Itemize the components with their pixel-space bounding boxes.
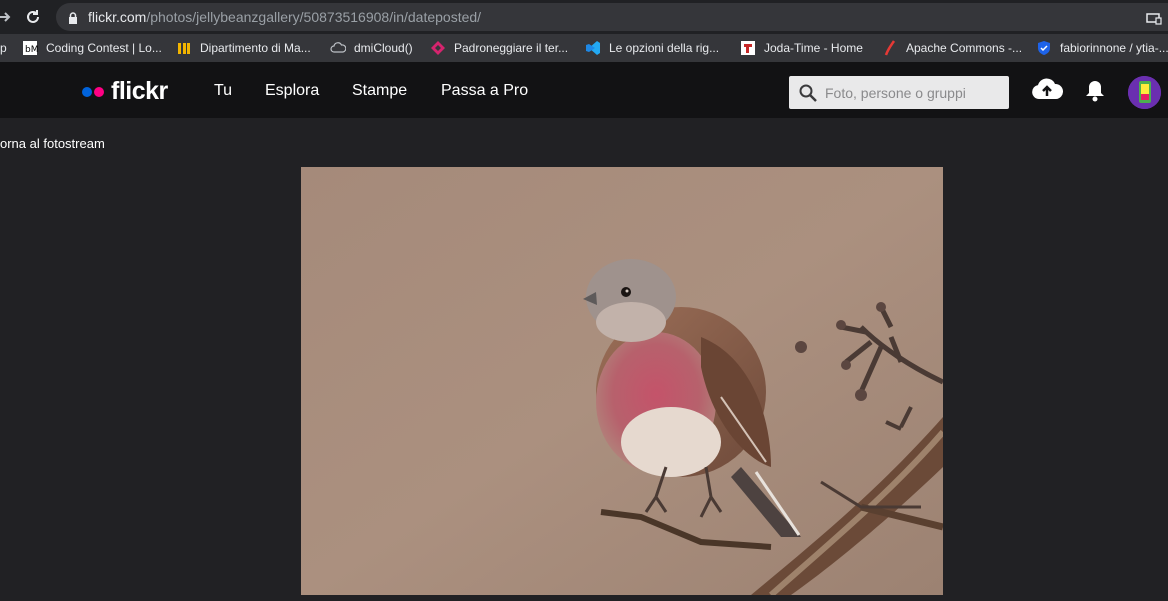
bookmark-item[interactable]: fabiorinnone / ytia-... xyxy=(1036,34,1168,62)
bookmark-item[interactable]: Padroneggiare il ter... xyxy=(430,34,585,62)
feather-icon xyxy=(882,40,898,56)
bookmark-item[interactable]: Apache Commons -... xyxy=(882,34,1036,62)
bookmark-label: Joda-Time - Home xyxy=(764,41,863,55)
unimi-icon xyxy=(176,40,192,56)
bookmark-label: dmiCloud() xyxy=(354,41,413,55)
bookmark-item[interactable]: Dipartimento di Ma... xyxy=(176,34,330,62)
search-input[interactable] xyxy=(825,76,1005,109)
browser-toolbar: flickr.com/photos/jellybeanzgallery/5087… xyxy=(0,0,1168,34)
nav-stampe[interactable]: Stampe xyxy=(352,82,407,100)
bookmark-label: Dipartimento di Ma... xyxy=(200,41,311,55)
cloud-icon xyxy=(330,40,346,56)
bookmark-item[interactable]: p xyxy=(0,34,22,62)
vscode-icon xyxy=(585,40,601,56)
url-text[interactable]: flickr.com/photos/jellybeanzgallery/5087… xyxy=(88,9,481,25)
bookmark-item[interactable]: dmiCloud() xyxy=(330,34,430,62)
bookmark-label: Le opzioni della rig... xyxy=(609,41,720,55)
flickr-logo[interactable]: flickr xyxy=(82,77,168,106)
search-icon[interactable] xyxy=(799,84,817,102)
forward-icon[interactable] xyxy=(0,6,16,28)
bookmarks-bar: p bM Coding Contest | Lo... Dipartimento… xyxy=(0,34,1168,62)
bookmark-item[interactable]: bM Coding Contest | Lo... xyxy=(22,34,176,62)
logo-pink-dot xyxy=(94,86,104,97)
avatar[interactable] xyxy=(1128,76,1161,109)
diamond-icon xyxy=(430,40,446,56)
logo-blue-dot xyxy=(82,86,92,97)
bell-icon[interactable] xyxy=(1084,79,1106,108)
logo-text: flickr xyxy=(111,77,168,105)
back-to-photostream-link[interactable]: orna al fotostream xyxy=(0,136,105,151)
nav-esplora[interactable]: Esplora xyxy=(265,82,319,100)
bookmark-label: Apache Commons -... xyxy=(906,41,1023,55)
lock-icon[interactable] xyxy=(68,11,78,29)
joda-icon xyxy=(740,40,756,56)
address-bar[interactable]: flickr.com/photos/jellybeanzgallery/5087… xyxy=(56,3,1168,31)
bookmark-item[interactable]: Le opzioni della rig... xyxy=(585,34,740,62)
bookmark-label: fabiorinnone / ytia-... xyxy=(1060,41,1168,55)
cast-icon[interactable] xyxy=(1146,12,1162,30)
svg-text:bM: bM xyxy=(25,45,38,55)
upload-cloud-icon[interactable] xyxy=(1031,77,1064,106)
reload-icon[interactable] xyxy=(22,6,44,28)
flickr-header: flickr Tu Esplora Stampe Passa a Pro xyxy=(0,62,1168,118)
nav-tu[interactable]: Tu xyxy=(214,82,232,100)
url-host: flickr.com xyxy=(88,9,147,25)
main-photo[interactable] xyxy=(301,167,943,595)
nav-passa-a-pro[interactable]: Passa a Pro xyxy=(441,82,528,100)
shield-icon xyxy=(1036,40,1052,56)
bm-logo-icon: bM xyxy=(22,40,38,56)
bookmark-label: Coding Contest | Lo... xyxy=(46,41,162,55)
bookmark-label: p xyxy=(0,41,7,55)
bookmark-label: Padroneggiare il ter... xyxy=(454,41,569,55)
bookmark-item[interactable]: Joda-Time - Home xyxy=(740,34,882,62)
url-path: /photos/jellybeanzgallery/50873516908/in… xyxy=(146,9,482,25)
search-box[interactable] xyxy=(789,76,1009,109)
